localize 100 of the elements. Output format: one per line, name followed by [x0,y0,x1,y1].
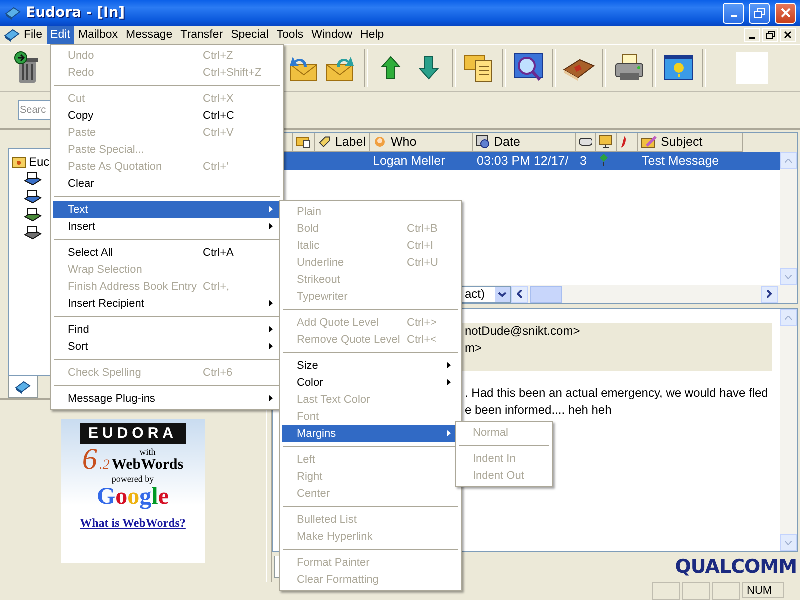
menu-item-label: Underline [297,256,346,268]
window-title: Eudora - [In] [26,5,126,21]
chili-icon [620,135,628,149]
menu-item[interactable]: Find [53,321,281,338]
column-header[interactable] [293,133,315,152]
maximize-button[interactable] [749,2,770,24]
body-text: e been informed.... heh heh [465,402,613,419]
search-field[interactable]: Searc [18,100,50,120]
blank-panel [736,52,768,84]
menu-item[interactable]: Size [282,357,459,374]
menu-item-label: Select All [68,246,114,258]
column-header[interactable] [576,133,596,152]
menu-item-label: Finish Address Book Entry [68,280,198,292]
shortcut-text: Ctrl+A [203,246,235,258]
menu-item[interactable]: Sort [53,338,281,355]
shortcut-text: Ctrl+' [203,160,230,172]
chevron-right-icon [767,290,772,298]
status-panel [652,582,680,600]
column-header[interactable]: Who [370,133,473,152]
scroll-right-button[interactable] [761,286,778,302]
shortcut-text: Ctrl+X [203,92,235,104]
sender-text: Logan Meller [372,154,446,168]
chevron-up-icon [785,158,792,162]
chevron-down-icon [785,540,792,544]
column-header[interactable]: Subject [638,133,743,152]
menu-bar-item[interactable]: Help [356,26,388,44]
menu-item-label: Indent In [473,452,517,464]
menu-item-label: Find [68,324,90,336]
menu-item-label: Copy [68,110,95,122]
menu-bar-item[interactable]: Tools [272,26,308,44]
menu-item-label: Redo [68,66,96,78]
menu-item-label: Undo [68,50,96,62]
shortcut-text: Ctrl+U [407,256,440,268]
webwords-link[interactable]: What is WebWords? [80,516,186,531]
menu-item-label: Insert Recipient [68,298,146,310]
menu-item-label: Left [297,454,316,466]
menu-item-label: Sort [68,340,90,352]
menu-item[interactable]: Select All Ctrl+A [53,244,281,261]
tag-icon [318,135,332,149]
menu-item-label: Add Quote Level [297,316,380,328]
scroll-left-button[interactable] [511,286,528,302]
menu-bar-item[interactable]: File [20,26,47,44]
mailbox-icon [24,208,42,224]
menu-item-label: Make Hyperlink [297,530,374,542]
menu-item-label: Insert [68,220,97,232]
menu-item-label: Clear Formatting [297,574,380,586]
menu-item-label: Center [297,488,332,500]
tree-item[interactable]: Euc [29,154,50,168]
menu-item-label: Check Spelling [68,366,142,378]
column-header[interactable] [617,133,638,152]
envelope-pencil-icon [641,135,657,149]
menu-item[interactable]: Message Plug-ins [53,390,281,407]
chevron-left-icon [517,290,522,298]
column-header[interactable]: Date [473,133,576,152]
restore-icon [766,31,774,39]
menu-item-label: Strikeout [297,274,342,286]
menu-bar-item[interactable]: Transfer [176,26,228,44]
folder-icon [12,156,26,168]
shortcut-text: Ctrl+Z [203,50,234,62]
pill-icon [579,138,592,146]
menu-item[interactable]: Text [53,201,281,218]
app-icon [4,28,20,42]
column-header[interactable] [596,133,617,152]
column-header[interactable]: Label [315,133,370,152]
menu-item-label: Normal [473,426,510,438]
scroll-thumb[interactable] [530,286,562,302]
shortcut-text: Ctrl+V [203,126,235,138]
menu-item-label: Format Painter [297,556,371,568]
menu-item-label: Paste Special... [68,144,146,156]
menu-bar-item[interactable]: Message [122,26,177,44]
header-text: m> [465,340,484,357]
company-logo: QUALCOMM [675,556,797,578]
menu-item-label: Margins [297,428,338,440]
menu-item[interactable]: Clear [53,175,281,192]
shortcut-text: Ctrl+I [407,240,435,252]
mailbox-icon [24,172,42,188]
menu-item[interactable]: Color [282,374,459,391]
menu-item-label: Last Text Color [297,394,372,406]
close-button[interactable] [780,28,796,42]
powered-by-text: powered by [112,474,154,484]
menu-item-label: Paste As Quotation [68,160,164,172]
person-icon [373,135,387,149]
chevron-up-icon [785,316,792,320]
with-text: with [140,447,156,457]
menu-item[interactable]: Insert Recipient [53,295,281,312]
menu-bar-item[interactable]: Window [308,26,357,44]
menu-bar-item[interactable]: Edit [46,26,74,44]
shortcut-text: Ctrl+6 [203,366,234,378]
restore-icon [754,8,765,18]
menu-bar-item[interactable]: Mailbox [74,26,122,44]
menu-item-label: Bulleted List [297,514,358,526]
menu-item[interactable]: Copy Ctrl+C [53,107,281,124]
version-text: .2 [99,458,110,474]
menu-item[interactable]: Insert [53,218,281,235]
restore-button[interactable] [762,28,778,42]
mailboxes-tab[interactable] [8,376,38,398]
menu-bar-item[interactable]: Special [227,26,273,44]
menu-item-label: Italic [297,240,321,252]
printer-icon [613,53,645,83]
minimize-button[interactable] [744,28,760,42]
